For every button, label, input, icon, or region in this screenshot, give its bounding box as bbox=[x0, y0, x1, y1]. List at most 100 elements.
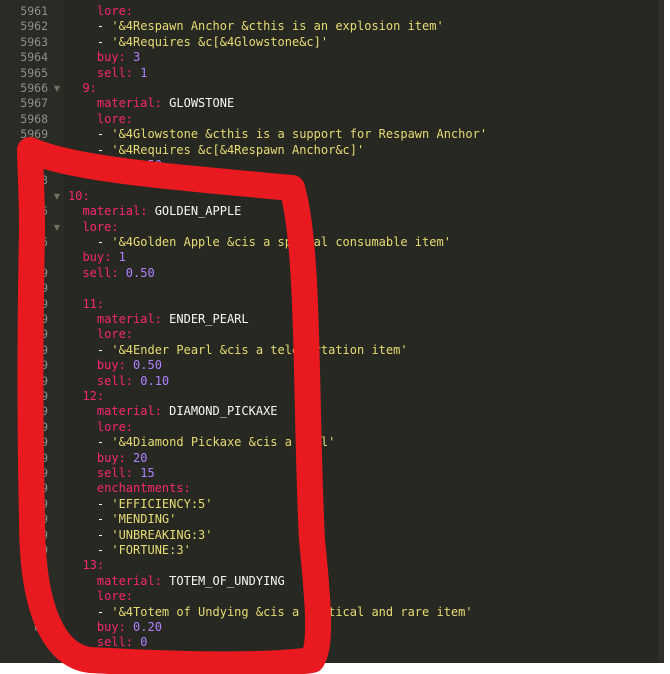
line-number: 5962 bbox=[20, 19, 48, 34]
code-line: sell: 15 bbox=[68, 466, 155, 481]
code-editor[interactable]: 5961 5962 5963 5964 5965 5966 5967 5968 5969 2 3 5 5… bbox=[0, 0, 664, 663]
code-token: - bbox=[68, 127, 112, 142]
code-line: material: ENDER_PEARL bbox=[68, 312, 249, 327]
code-token: lore: bbox=[96, 327, 134, 342]
line-number: 59 bbox=[34, 389, 48, 403]
line-number: 5968 bbox=[20, 111, 48, 126]
code-line: - '&4Requires &c[&4Respawn Anchor&c]' bbox=[68, 143, 364, 158]
line-number bbox=[0, 220, 48, 235]
code-token: GOLDEN_APPLE bbox=[147, 204, 242, 219]
code-line: material: GLOWSTONE bbox=[68, 96, 234, 111]
code-line: lore: bbox=[68, 420, 133, 435]
vertical-scrollbar[interactable] bbox=[658, 0, 664, 663]
code-token: 'EFFICIENCY:5' bbox=[111, 496, 213, 511]
code-line: 11: bbox=[68, 297, 104, 312]
line-number: 59 bbox=[34, 327, 48, 342]
code-token: 0 bbox=[133, 635, 148, 650]
fold-toggle-icon[interactable]: ▼ bbox=[52, 220, 62, 235]
fold-toggle-icon[interactable]: ▼ bbox=[52, 81, 62, 96]
code-line: material: DIAMOND_PICKAXE bbox=[68, 404, 278, 419]
code-token: 3 bbox=[125, 50, 141, 65]
code-line: buy: 1 bbox=[68, 250, 125, 265]
code-token: 20 bbox=[125, 450, 148, 465]
code-line: lore: bbox=[68, 112, 133, 127]
code-line: 13: bbox=[68, 558, 104, 573]
code-line: 12: bbox=[68, 389, 104, 404]
code-token: 'UNBREAKING:3' bbox=[111, 527, 213, 542]
code-line: sell: 1 bbox=[68, 65, 148, 81]
line-number: 5 bbox=[41, 235, 48, 249]
code-token: sell: bbox=[96, 466, 134, 480]
line-number: 3 bbox=[41, 173, 48, 188]
line-number: 5966 bbox=[20, 81, 48, 95]
fold-toggle-icon[interactable]: ▼ bbox=[52, 189, 62, 204]
code-line: lore: bbox=[68, 589, 133, 604]
code-line: material: GOLDEN_APPLE bbox=[68, 204, 241, 219]
code-token: - bbox=[68, 34, 112, 49]
code-line: lore: bbox=[68, 4, 133, 19]
line-number: 59 bbox=[34, 558, 48, 573]
line-number: 5963 bbox=[20, 34, 48, 49]
code-line: - 'FORTUNE:3' bbox=[68, 543, 191, 558]
code-line: - '&4Glowstone &cthis is a support for R… bbox=[68, 127, 487, 142]
code-token: sell: bbox=[96, 635, 134, 650]
code-token: 9: bbox=[82, 81, 97, 95]
line-number: 59 bbox=[34, 342, 48, 357]
line-number: 59 bbox=[34, 543, 48, 557]
code-token: - bbox=[68, 435, 112, 450]
line-number: 60 bbox=[34, 620, 48, 634]
code-line: buy: 0.50 bbox=[68, 358, 162, 373]
code-token: sell: bbox=[96, 65, 134, 80]
line-number: 59 bbox=[34, 466, 48, 480]
code-token: 2.50 bbox=[125, 158, 162, 172]
code-token: TOTEM_OF_UNDYING bbox=[161, 573, 285, 588]
code-token: 'MENDING' bbox=[111, 512, 177, 527]
code-token: 0.50 bbox=[118, 265, 155, 280]
code-token: material: bbox=[96, 573, 162, 588]
code-token: sell: bbox=[82, 265, 119, 280]
code-token: '&4Glowstone &cthis is a support for Res… bbox=[111, 127, 488, 142]
line-number bbox=[0, 189, 48, 204]
code-token: '&4Diamond Pickaxe &cis a tool' bbox=[111, 435, 336, 450]
line-number: 59 bbox=[34, 281, 48, 296]
line-number: 59 bbox=[34, 296, 48, 311]
line-number: 59 bbox=[34, 419, 48, 434]
code-token: - bbox=[68, 496, 112, 511]
code-line: - '&4Ender Pearl &cis a teleportation it… bbox=[68, 343, 408, 358]
code-line: buy: 3 bbox=[68, 50, 140, 65]
code-token: buy: bbox=[96, 620, 126, 634]
line-number: 59 bbox=[34, 481, 48, 496]
code-token: '&4Requires &c[&4Glowstone&c]' bbox=[111, 34, 329, 49]
line-number: 5961 bbox=[20, 4, 48, 18]
code-token: 0.50 bbox=[125, 358, 162, 373]
code-token: 0.20 bbox=[125, 620, 162, 634]
code-area[interactable]: lore: - '&4Respawn Anchor &cthis is an e… bbox=[64, 0, 664, 663]
code-token: material: bbox=[96, 312, 162, 326]
code-line: enchantments: bbox=[68, 481, 191, 496]
line-number: 5969 bbox=[20, 127, 48, 142]
line-number: 5965 bbox=[20, 65, 48, 80]
code-token: 'FORTUNE:3' bbox=[111, 543, 191, 557]
code-token: GLOWSTONE bbox=[161, 96, 235, 111]
code-token: lore: bbox=[96, 589, 134, 604]
line-number: 5 bbox=[41, 204, 48, 219]
line-number: 59 bbox=[34, 358, 48, 373]
line-number: 5964 bbox=[20, 50, 48, 65]
code-token: enchantments: bbox=[96, 481, 191, 496]
code-token: '&4Golden Apple &cis a special consumabl… bbox=[111, 235, 451, 249]
